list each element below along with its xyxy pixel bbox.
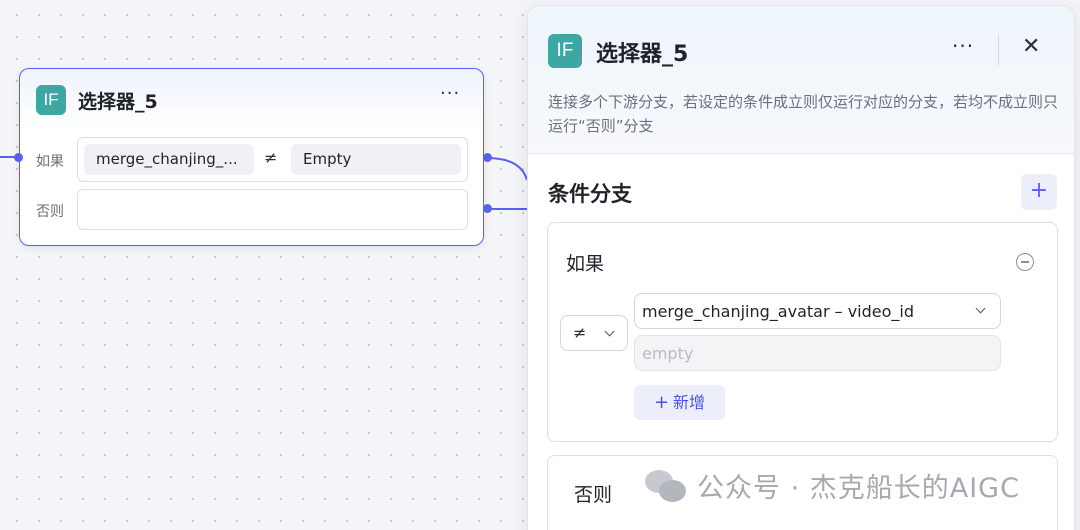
else-output-port[interactable] [483,204,492,213]
chevron-down-icon [604,326,615,337]
section-title: 条件分支 [548,182,632,206]
remove-branch-icon[interactable] [1016,253,1034,271]
add-branch-button[interactable]: + [1021,174,1057,210]
add-condition-button[interactable]: + 新增 [634,385,725,420]
if-node-icon: IF [36,85,66,115]
wire-if-out [486,157,528,181]
node-else-row[interactable] [77,189,468,230]
node-else-label: 否则 [36,204,64,220]
watermark-text: 公众号 · 杰克船长的AIGC [697,473,1020,504]
header-divider [998,35,999,65]
wechat-icon [645,468,689,504]
input-port[interactable] [14,153,23,162]
node-condition-row[interactable]: merge_chanjing_... ≠ Empty [77,137,468,182]
panel-description: 连接多个下游分支，若设定的条件成立则仅运行对应的分支，若均不成立则只运行“否则”… [548,93,1059,135]
node-condition-variable: merge_chanjing_... [84,144,254,175]
chevron-down-icon [975,303,986,314]
panel-title: 选择器_5 [596,42,689,67]
plus-icon: + [653,392,670,413]
variable-select-value: merge_chanjing_avatar – video_id [642,302,915,321]
node-title: 选择器_5 [78,91,158,113]
node-condition-value: Empty [291,144,461,175]
close-icon[interactable]: ✕ [1022,34,1040,59]
if-branch-label: 如果 [566,253,605,275]
add-condition-label: 新增 [673,393,706,412]
selector-config-panel: IF 选择器_5 ··· ✕ 连接多个下游分支，若设定的条件成立则仅运行对应的分… [527,5,1075,530]
node-if-label: 如果 [36,154,64,170]
node-more-icon[interactable]: ··· [440,83,460,104]
variable-select[interactable]: merge_chanjing_avatar – video_id [634,293,1001,329]
if-node-icon: IF [548,34,582,68]
not-equal-icon: ≠ [573,323,587,342]
if-output-port[interactable] [483,153,492,162]
operator-select[interactable]: ≠ [560,315,628,351]
workflow-canvas[interactable]: IF 选择器_5 ··· 如果 merge_chanjing_... ≠ Emp… [0,0,1080,530]
watermark: 公众号 · 杰克船长的AIGC [645,466,1020,505]
not-equal-icon: ≠ [264,148,278,167]
if-branch-card: 如果 ≠ merge_chanjing_avatar – video_id +新… [547,222,1058,442]
selector-node[interactable]: IF 选择器_5 ··· 如果 merge_chanjing_... ≠ Emp… [14,68,492,246]
else-branch-label: 否则 [574,484,613,506]
more-options-icon[interactable]: ··· [952,34,974,58]
compare-value-input[interactable] [634,335,1001,371]
